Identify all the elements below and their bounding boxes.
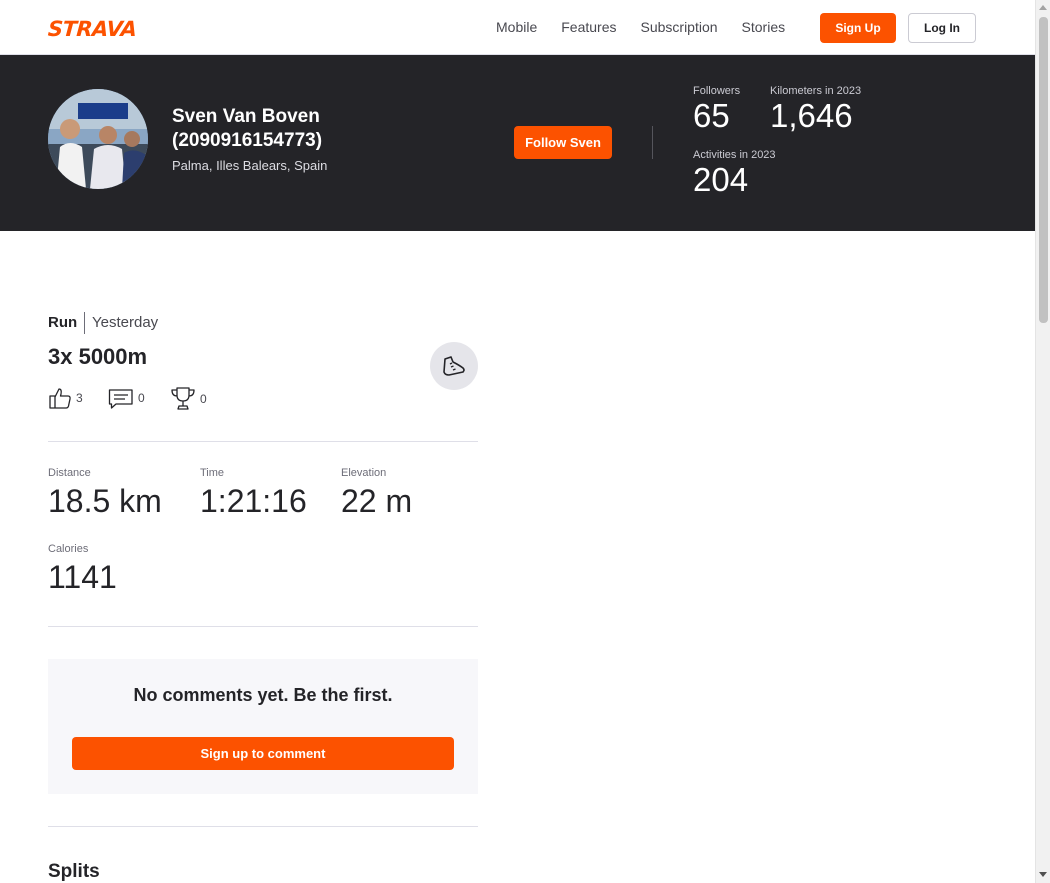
kilometers-stat: Kilometers in 2023 1,646 <box>770 85 861 134</box>
page-scrollbar[interactable] <box>1035 0 1050 883</box>
scrollbar-thumb[interactable] <box>1039 17 1048 323</box>
avatar-photo <box>48 89 148 189</box>
comments-count-button[interactable]: 0 <box>108 386 145 410</box>
no-comments-message: No comments yet. Be the first. <box>133 685 393 705</box>
trophy-icon <box>171 387 195 410</box>
nav-link-mobile[interactable]: Mobile <box>496 19 537 35</box>
achievements-count: 0 <box>200 392 207 406</box>
distance-value: 18.5 km <box>48 483 162 519</box>
nav-link-stories[interactable]: Stories <box>742 19 786 35</box>
nav-link-subscription[interactable]: Subscription <box>641 19 718 35</box>
scroll-down-arrow[interactable] <box>1039 872 1047 877</box>
activities-value: 204 <box>693 161 749 198</box>
top-nav: STRAVA Mobile Features Subscription Stor… <box>0 0 1035 55</box>
athlete-header: Sven Van Boven (2090916154773) Palma, Il… <box>0 55 1035 231</box>
sign-up-to-comment-button[interactable]: Sign up to comment <box>72 737 454 770</box>
kudos-count: 3 <box>76 391 83 405</box>
nav-link-features[interactable]: Features <box>561 19 616 35</box>
activities-label: Activities in 2023 <box>693 149 776 161</box>
time-value: 1:21:16 <box>200 483 307 519</box>
divider <box>48 626 478 627</box>
athlete-location: Palma, Illes Balears, Spain <box>172 158 328 173</box>
comment-icon <box>108 389 133 409</box>
activity-type-separator <box>84 312 85 334</box>
athlete-name: Sven Van Boven (2090916154773) <box>172 106 323 151</box>
achievements-button[interactable]: 0 <box>170 386 207 412</box>
activity-title[interactable]: 3x 5000m <box>48 344 147 370</box>
activity-type: Run <box>48 314 78 331</box>
thumbs-up-icon <box>49 388 71 409</box>
elevation-metric: Elevation 22 m <box>341 467 412 519</box>
divider <box>48 826 478 827</box>
followers-stat: Followers 65 <box>693 85 740 134</box>
nav-links: Mobile Features Subscription Stories <box>496 19 809 35</box>
follow-button[interactable]: Follow Sven <box>514 126 612 159</box>
divider <box>48 441 478 442</box>
sign-up-button[interactable]: Sign Up <box>820 13 896 43</box>
calories-value: 1141 <box>48 559 117 595</box>
distance-label: Distance <box>48 467 91 479</box>
kilometers-label: Kilometers in 2023 <box>770 85 862 97</box>
comments-section: No comments yet. Be the first. Sign up t… <box>48 659 478 794</box>
kilometers-value: 1,646 <box>770 97 853 134</box>
scroll-up-arrow[interactable] <box>1039 5 1047 10</box>
activity-type-badge <box>430 342 478 390</box>
followers-value: 65 <box>693 97 730 134</box>
kudos-button[interactable]: 3 <box>48 386 83 410</box>
activities-stat: Activities in 2023 204 <box>693 149 776 198</box>
athlete-avatar[interactable] <box>48 89 148 189</box>
activity-date: Yesterday <box>92 314 159 331</box>
strava-logo[interactable]: STRAVA <box>47 17 137 41</box>
calories-label: Calories <box>48 543 89 555</box>
splits-heading: Splits <box>48 861 100 882</box>
distance-metric: Distance 18.5 km <box>48 467 162 519</box>
running-shoe-icon <box>443 356 465 376</box>
comments-count: 0 <box>138 391 145 405</box>
calories-metric: Calories 1141 <box>48 543 117 595</box>
log-in-button[interactable]: Log In <box>908 13 976 43</box>
time-label: Time <box>200 467 225 479</box>
followers-label: Followers <box>693 85 741 97</box>
elevation-value: 22 m <box>341 483 413 519</box>
header-divider <box>652 126 653 159</box>
elevation-label: Elevation <box>341 467 387 479</box>
time-metric: Time 1:21:16 <box>200 467 307 519</box>
